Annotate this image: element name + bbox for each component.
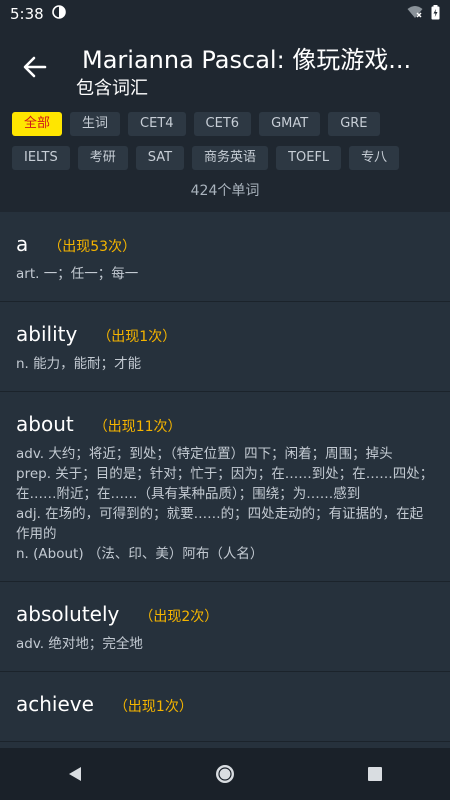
word-frequency: （出现53次） <box>48 239 137 255</box>
list-item[interactable]: absolutely （出现2次） adv. 绝对地；完全地 <box>0 582 450 672</box>
system-nav-bar <box>0 748 450 800</box>
tag-gmat[interactable]: GMAT <box>259 112 321 136</box>
status-bar: 5:38 <box>0 0 450 28</box>
list-item[interactable]: a （出现53次） art. 一；任一；每一 <box>0 212 450 302</box>
app-status-icon <box>51 5 66 23</box>
list-item[interactable]: about （出现11次） adv. 大约；将近；到处；（特定位置）四下；闲着；周… <box>0 392 450 582</box>
word-frequency: （出现1次） <box>113 699 193 715</box>
battery-icon <box>431 4 440 24</box>
app-header: Marianna Pascal: 像玩游戏... 包含词汇 <box>0 28 450 104</box>
page-subtitle: 包含词汇 <box>76 78 148 99</box>
page-title: Marianna Pascal: 像玩游戏... <box>82 46 412 74</box>
tag-toefl[interactable]: TOEFL <box>276 146 342 170</box>
word-definition: n. 能力，能耐；才能 <box>16 356 142 372</box>
tag-tem8[interactable]: 专八 <box>349 146 400 170</box>
triangle-back-icon <box>69 767 81 781</box>
filter-tag-row: 全部 生词 CET4 CET6 GMAT GRE <box>12 112 438 136</box>
arrow-left-icon <box>23 56 47 78</box>
word-count: 424个单词 <box>190 183 260 199</box>
list-item[interactable]: achieve （出现1次） <box>0 672 450 742</box>
nav-recents-button[interactable] <box>355 754 395 794</box>
word-definition: adv. 绝对地；完全地 <box>16 636 143 652</box>
tag-sat[interactable]: SAT <box>135 146 185 170</box>
back-button[interactable] <box>18 50 52 84</box>
word-frequency: （出现1次） <box>97 329 177 345</box>
definition-line: prep. 关于；目的是；针对；忙于；因为；在……到处；在……四处；在……附近；… <box>16 466 434 502</box>
definition-line: adv. 大约；将近；到处；（特定位置）四下；闲着；周围；掉头 <box>16 446 393 462</box>
nav-home-button[interactable] <box>205 754 245 794</box>
tag-kaoyan[interactable]: 考研 <box>77 146 128 170</box>
nav-back-button[interactable] <box>55 754 95 794</box>
filter-tags: 全部 生词 CET4 CET6 GMAT GRE IELTS 考研 SAT 商务… <box>0 104 450 170</box>
definition-line: adj. 在场的，可得到的；就要……的；四处走动的；有证据的，在起作用的 <box>16 506 424 542</box>
circle-home-icon <box>216 765 234 783</box>
tag-cet6[interactable]: CET6 <box>193 112 252 136</box>
square-recents-icon <box>368 767 382 781</box>
tag-cet4[interactable]: CET4 <box>128 112 186 136</box>
list-item[interactable]: ability （出现1次） n. 能力，能耐；才能 <box>0 302 450 392</box>
word-text: a <box>16 232 29 256</box>
status-time: 5:38 <box>10 5 44 23</box>
word-frequency: （出现2次） <box>139 609 219 625</box>
word-definition: art. 一；任一；每一 <box>16 266 139 282</box>
tag-ielts[interactable]: IELTS <box>12 146 70 170</box>
word-frequency: （出现11次） <box>93 419 182 435</box>
word-text: achieve <box>16 692 94 716</box>
word-definition: adv. 大约；将近；到处；（特定位置）四下；闲着；周围；掉头 prep. 关于… <box>16 444 434 564</box>
word-text: about <box>16 412 74 436</box>
tag-gre[interactable]: GRE <box>328 112 380 136</box>
tag-business-english[interactable]: 商务英语 <box>192 146 269 170</box>
filter-tag-row: IELTS 考研 SAT 商务英语 TOEFL 专八 <box>12 146 438 170</box>
definition-line: n. (About) （法、印、美）阿布（人名） <box>16 546 264 562</box>
tag-all[interactable]: 全部 <box>12 112 63 136</box>
wifi-off-icon <box>407 5 423 23</box>
word-list[interactable]: a （出现53次） art. 一；任一；每一 ability （出现1次） n. 能… <box>0 212 450 748</box>
word-text: ability <box>16 322 78 346</box>
tag-new-words[interactable]: 生词 <box>70 112 121 136</box>
word-text: absolutely <box>16 602 120 626</box>
